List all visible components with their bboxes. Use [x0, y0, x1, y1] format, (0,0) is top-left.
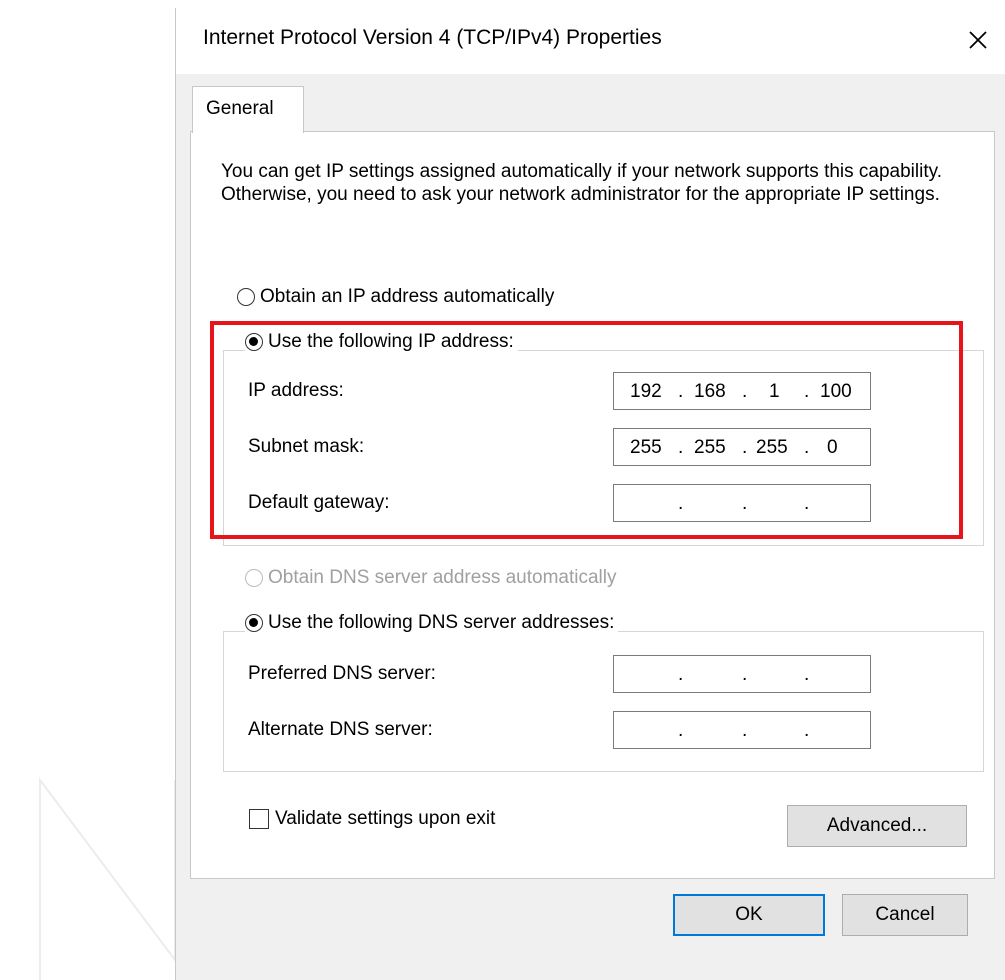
octet-dot: .: [678, 437, 684, 458]
ip-auto-label: Obtain an IP address automatically: [260, 286, 555, 307]
octet-dot: .: [804, 437, 810, 458]
octet: 192: [630, 381, 662, 402]
ip-manual-radio[interactable]: [245, 333, 263, 351]
octet-dot: .: [742, 381, 748, 402]
description-text: You can get IP settings assigned automat…: [221, 161, 942, 205]
ip-auto-option[interactable]: Obtain an IP address automatically: [237, 286, 559, 308]
octet: 255: [630, 437, 662, 458]
octet: 100: [820, 381, 852, 402]
octet: 255: [694, 437, 726, 458]
validate-settings-label: Validate settings upon exit: [275, 808, 496, 829]
octet-dot: .: [804, 381, 810, 402]
dialog-title: Internet Protocol Version 4 (TCP/IPv4) P…: [203, 26, 662, 49]
dns-auto-option[interactable]: Obtain DNS server address automatically: [245, 567, 621, 589]
octet-dot: .: [678, 381, 684, 402]
alternate-dns-input[interactable]: . . .: [613, 711, 871, 749]
dns-manual-option[interactable]: Use the following DNS server addresses:: [245, 612, 619, 634]
advanced-button[interactable]: Advanced...: [787, 805, 967, 847]
octet-dot: .: [742, 493, 748, 514]
octet: 0: [827, 437, 838, 458]
ok-button[interactable]: OK: [673, 894, 825, 936]
octet-dot: .: [678, 664, 684, 685]
octet: 1: [769, 381, 780, 402]
close-icon: [969, 31, 987, 49]
close-button[interactable]: [960, 22, 996, 58]
dns-manual-radio[interactable]: [245, 614, 263, 632]
octet-dot: .: [742, 720, 748, 741]
octet-dot: .: [742, 664, 748, 685]
general-tab-panel: You can get IP settings assigned automat…: [190, 131, 995, 879]
tab-general-label: General: [206, 98, 274, 119]
octet-dot: .: [678, 493, 684, 514]
default-gateway-label: Default gateway:: [248, 492, 390, 513]
ip-address-label: IP address:: [248, 380, 344, 401]
octet: 255: [756, 437, 788, 458]
octet-dot: .: [742, 437, 748, 458]
subnet-mask-input[interactable]: 255 . 255 . 255 . 0: [613, 428, 871, 466]
octet-dot: .: [804, 664, 810, 685]
dns-manual-label: Use the following DNS server addresses:: [268, 612, 615, 633]
dns-auto-label: Obtain DNS server address automatically: [268, 567, 617, 588]
ipv4-properties-dialog: Internet Protocol Version 4 (TCP/IPv4) P…: [175, 8, 1005, 980]
octet: 168: [694, 381, 726, 402]
preferred-dns-input[interactable]: . . .: [613, 655, 871, 693]
ip-manual-option[interactable]: Use the following IP address:: [245, 331, 518, 353]
tab-general[interactable]: General: [192, 86, 304, 133]
preferred-dns-label: Preferred DNS server:: [248, 663, 436, 684]
ip-address-input[interactable]: 192 . 168 . 1 . 100: [613, 372, 871, 410]
validate-settings-option[interactable]: Validate settings upon exit: [249, 808, 500, 830]
validate-settings-checkbox[interactable]: [249, 809, 269, 829]
octet-dot: .: [678, 720, 684, 741]
title-bar: Internet Protocol Version 4 (TCP/IPv4) P…: [176, 8, 1005, 74]
default-gateway-input[interactable]: . . .: [613, 484, 871, 522]
octet-dot: .: [804, 493, 810, 514]
cancel-button[interactable]: Cancel: [842, 894, 968, 936]
dns-server-group: [223, 631, 984, 772]
alternate-dns-label: Alternate DNS server:: [248, 719, 433, 740]
dns-auto-radio[interactable]: [245, 569, 263, 587]
ip-manual-label: Use the following IP address:: [268, 331, 514, 352]
octet-dot: .: [804, 720, 810, 741]
ip-auto-radio[interactable]: [237, 288, 255, 306]
subnet-mask-label: Subnet mask:: [248, 436, 365, 457]
